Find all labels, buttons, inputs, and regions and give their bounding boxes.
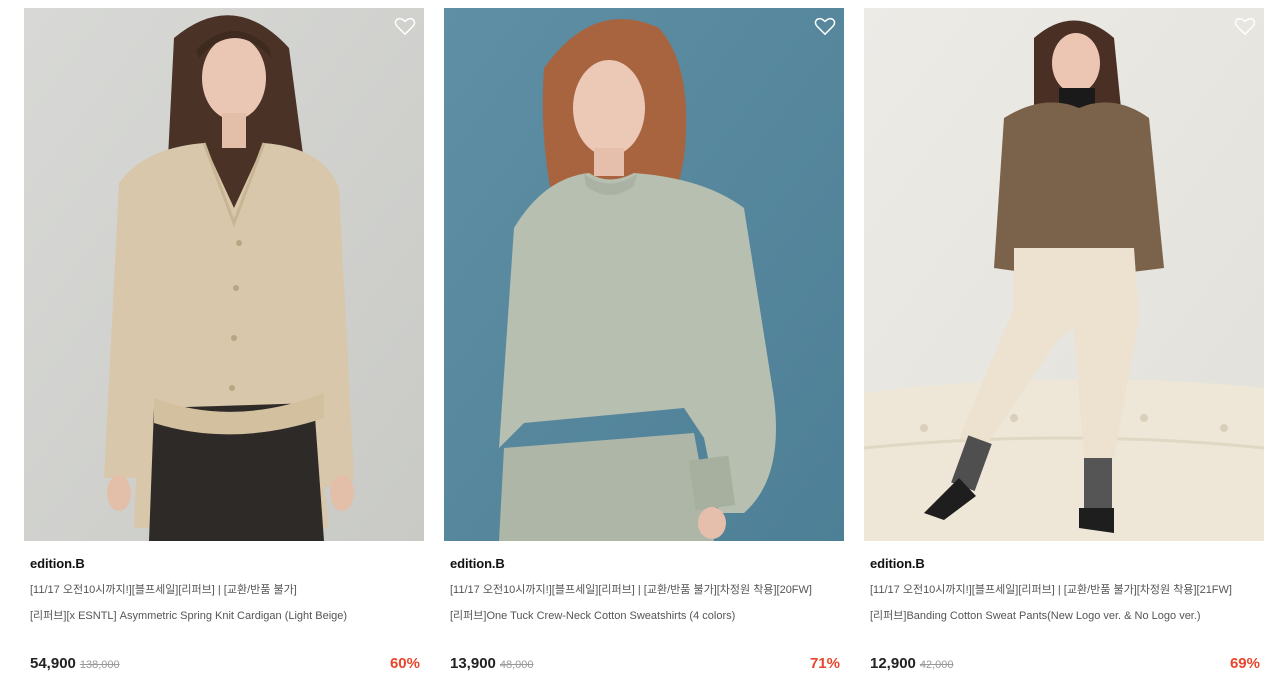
model-sage-sweatshirt-photo bbox=[444, 8, 844, 541]
price-row: 13,900 48,000 71% bbox=[450, 655, 840, 675]
product-card[interactable]: edition.B [11/17 오전10시까지!][블프세일][리퍼브] | … bbox=[864, 8, 1264, 688]
original-price: 138,000 bbox=[79, 659, 120, 671]
product-tags: [11/17 오전10시까지!][블프세일][리퍼브] | [교환/반품 불가]… bbox=[870, 584, 1232, 596]
product-grid: edition.B [11/17 오전10시까지!][블프세일][리퍼브] | … bbox=[0, 0, 1280, 688]
product-card[interactable]: edition.B [11/17 오전10시까지!][블프세일][리퍼브] | … bbox=[444, 8, 844, 688]
brand-name[interactable]: edition.B bbox=[450, 556, 838, 571]
sale-price: 12,900 bbox=[870, 655, 916, 672]
product-tags: [11/17 오전10시까지!][블프세일][리퍼브] | [교환/반품 불가] bbox=[30, 584, 297, 596]
product-title[interactable]: [리퍼브]One Tuck Crew-Neck Cotton Sweatshir… bbox=[450, 607, 838, 623]
price-row: 54,900 138,000 60% bbox=[30, 655, 420, 675]
product-image[interactable] bbox=[864, 8, 1264, 541]
product-info: edition.B [11/17 오전10시까지!][블프세일][리퍼브] | … bbox=[444, 556, 844, 623]
model-cream-sweatpants-photo bbox=[864, 8, 1264, 541]
product-image[interactable] bbox=[24, 8, 424, 541]
product-card[interactable]: edition.B [11/17 오전10시까지!][블프세일][리퍼브] | … bbox=[24, 8, 424, 688]
brand-name[interactable]: edition.B bbox=[30, 556, 418, 571]
brand-name[interactable]: edition.B bbox=[870, 556, 1258, 571]
original-price: 42,000 bbox=[919, 659, 954, 671]
discount-rate: 69% bbox=[1229, 655, 1260, 672]
heart-outline-icon[interactable] bbox=[394, 16, 416, 36]
product-info: edition.B [11/17 오전10시까지!][블프세일][리퍼브] | … bbox=[24, 556, 424, 623]
product-info: edition.B [11/17 오전10시까지!][블프세일][리퍼브] | … bbox=[864, 556, 1264, 623]
sale-price: 54,900 bbox=[30, 655, 76, 672]
discount-rate: 60% bbox=[389, 655, 420, 672]
sale-price: 13,900 bbox=[450, 655, 496, 672]
product-image[interactable] bbox=[444, 8, 844, 541]
product-title[interactable]: [리퍼브][x ESNTL] Asymmetric Spring Knit Ca… bbox=[30, 607, 418, 623]
heart-outline-icon[interactable] bbox=[814, 16, 836, 36]
discount-rate: 71% bbox=[809, 655, 840, 672]
product-tags: [11/17 오전10시까지!][블프세일][리퍼브] | [교환/반품 불가]… bbox=[450, 584, 812, 596]
heart-outline-icon[interactable] bbox=[1234, 16, 1256, 36]
original-price: 48,000 bbox=[499, 659, 534, 671]
model-beige-cardigan-photo bbox=[24, 8, 424, 541]
price-row: 12,900 42,000 69% bbox=[870, 655, 1260, 675]
product-title[interactable]: [리퍼브]Banding Cotton Sweat Pants(New Logo… bbox=[870, 607, 1258, 623]
